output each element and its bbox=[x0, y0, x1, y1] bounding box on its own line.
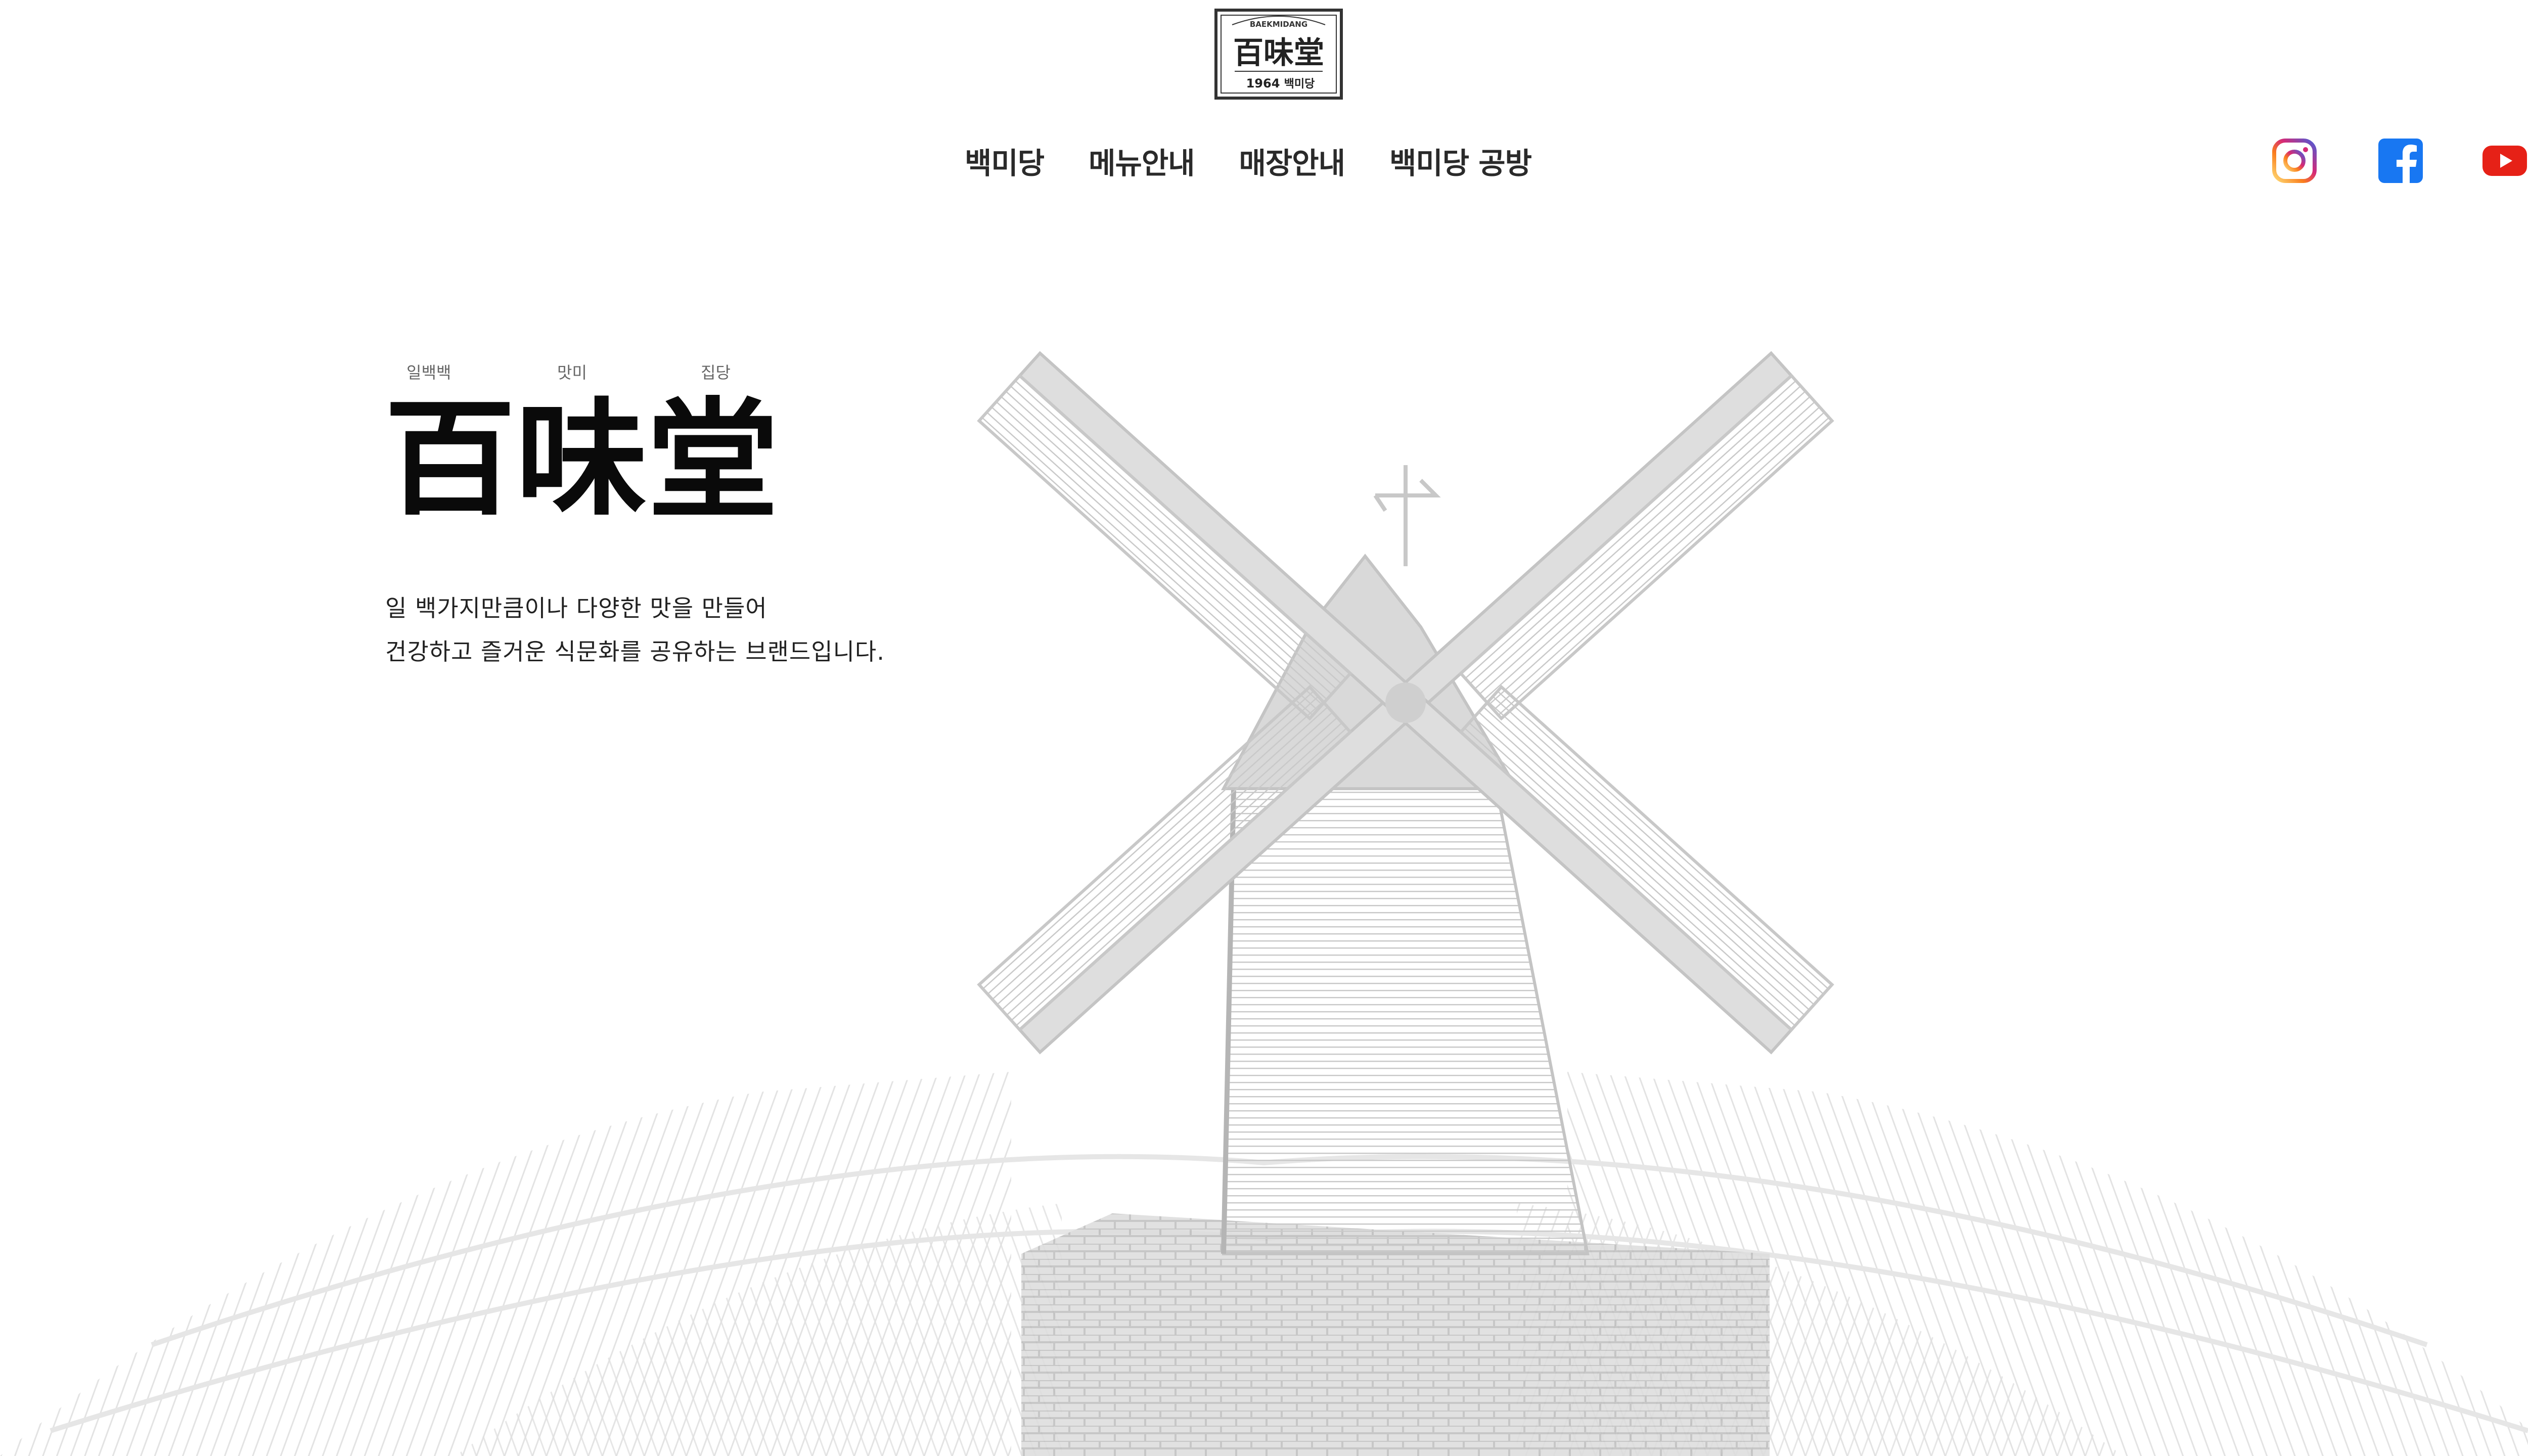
hanja-reading: 집당 bbox=[701, 363, 731, 382]
svg-text:百味堂: 百味堂 bbox=[1233, 35, 1324, 71]
windmill-illustration bbox=[0, 351, 2528, 1456]
nav-item-workshop[interactable]: 백미당 공방 bbox=[1389, 140, 1532, 182]
hero-description: 일 백가지만큼이나 다양한 맛을 만들어 건강하고 즐거운 식문화를 공유하는 … bbox=[385, 586, 885, 673]
svg-text:1964: 1964 bbox=[1246, 76, 1280, 90]
svg-text:백미당: 백미당 bbox=[1284, 78, 1315, 90]
hanja-reading: 맛미 bbox=[557, 363, 587, 382]
nav-item-menu[interactable]: 메뉴안내 bbox=[1089, 140, 1195, 182]
page-viewport: BAEKMIDANG 百味堂 1964 백미당 백미당 메뉴안내 매장안내 백미… bbox=[0, 0, 2528, 1456]
facebook-link[interactable] bbox=[2376, 136, 2425, 185]
hanja-reading: 일백백 bbox=[407, 363, 452, 382]
main-nav: 백미당 메뉴안내 매장안내 백미당 공방 bbox=[965, 135, 1532, 186]
instagram-icon bbox=[2272, 139, 2317, 183]
baekmidang-logo[interactable]: BAEKMIDANG 百味堂 1964 백미당 bbox=[1214, 9, 1343, 100]
hero-title: 百味堂 bbox=[384, 393, 779, 515]
facebook-icon bbox=[2378, 139, 2423, 184]
svg-text:BAEKMIDANG: BAEKMIDANG bbox=[1250, 20, 1307, 29]
hero-description-line: 건강하고 즐거운 식문화를 공유하는 브랜드입니다. bbox=[385, 638, 885, 665]
instagram-link[interactable] bbox=[2270, 136, 2319, 185]
hanja-reading-row: 일백백 맛미 집당 bbox=[382, 360, 787, 382]
nav-item-baekmidang[interactable]: 백미당 bbox=[965, 140, 1045, 182]
youtube-icon bbox=[2482, 146, 2527, 176]
nav-item-stores[interactable]: 매장안내 bbox=[1239, 140, 1345, 182]
youtube-link[interactable] bbox=[2480, 136, 2528, 185]
svg-text:百味堂: 百味堂 bbox=[384, 393, 779, 515]
hero-description-line: 일 백가지만큼이나 다양한 맛을 만들어 bbox=[385, 595, 768, 622]
